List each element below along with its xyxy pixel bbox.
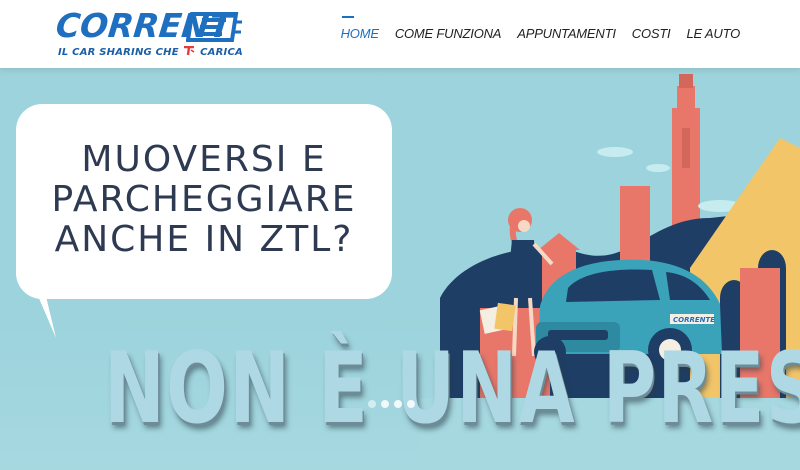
- slider-dot-2[interactable]: [381, 400, 389, 408]
- site-header: CORRENT IL CAR SHARING CHE CARICA HOME C…: [0, 0, 800, 68]
- hero-slogan: NON È UNA PRESA!: [104, 332, 800, 446]
- tagline-start: IL CAR SHARING CHE: [58, 47, 179, 58]
- bubble-line-3: ANCHE IN ZTL?: [54, 219, 354, 260]
- bubble-headline: MUOVERSI E PARCHEGGIARE ANCHE IN ZTL?: [16, 140, 392, 260]
- plug-t-icon: [184, 46, 195, 56]
- plug-e-logo-icon: [186, 12, 242, 42]
- speech-bubble: MUOVERSI E PARCHEGGIARE ANCHE IN ZTL?: [16, 104, 392, 299]
- brand-logo[interactable]: CORRENT IL CAR SHARING CHE CARICA: [54, 6, 256, 64]
- slider-pagination: [368, 400, 415, 408]
- hero-slider: CORRENTE MUOVERSI E PARCHEGGIARE ANCHE I…: [0, 68, 800, 470]
- slider-dot-4[interactable]: [407, 400, 415, 408]
- slider-dot-3[interactable]: [394, 400, 402, 408]
- car-logo-label: CORRENTE: [673, 316, 715, 324]
- nav-costi[interactable]: COSTI: [624, 24, 679, 43]
- nav-come-funziona[interactable]: COME FUNZIONA: [387, 24, 509, 43]
- bubble-line-1: MUOVERSI E: [81, 139, 327, 180]
- nav-le-auto[interactable]: LE AUTO: [678, 24, 748, 43]
- logo-tagline: IL CAR SHARING CHE CARICA: [58, 46, 243, 58]
- tagline-end: CARICA: [200, 47, 243, 58]
- nav-appuntamenti[interactable]: APPUNTAMENTI: [509, 24, 623, 43]
- slider-dot-1[interactable]: [368, 400, 376, 408]
- nav-home[interactable]: HOME: [333, 16, 387, 43]
- main-nav: HOME COME FUNZIONA APPUNTAMENTI COSTI LE…: [333, 16, 748, 43]
- bubble-line-2: PARCHEGGIARE: [51, 179, 357, 220]
